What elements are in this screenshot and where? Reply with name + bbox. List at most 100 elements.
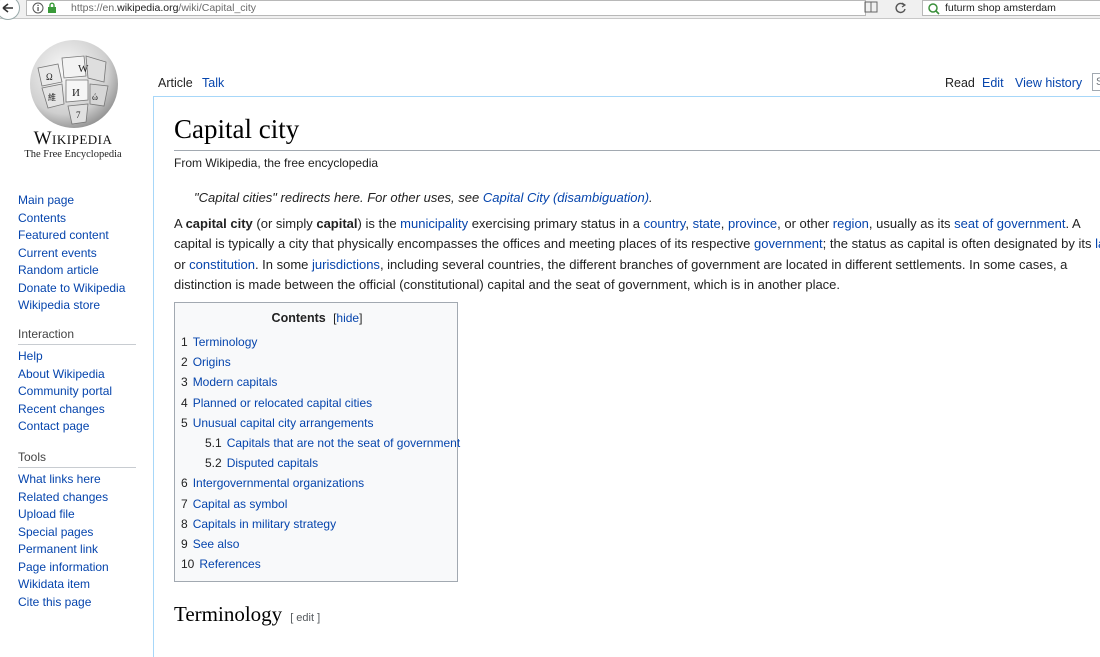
section-edit-link[interactable]: [ edit ] — [290, 612, 320, 624]
wikipedia-globe-logo[interactable]: W Ω И ώ 維 7 — [28, 38, 120, 130]
back-arrow-icon — [2, 3, 13, 13]
toc-entry-origins[interactable]: 2 Origins — [181, 355, 231, 369]
link-law[interactable]: law — [1095, 236, 1100, 251]
link-jurisdictions[interactable]: jurisdictions — [312, 257, 380, 272]
sidebar-item-community-portal[interactable]: Community portal — [18, 383, 136, 401]
sidebar-item-random-article[interactable]: Random article — [18, 262, 136, 280]
text-run: exercising primary status in a — [468, 216, 644, 231]
toc-entry-number: 3 — [181, 375, 188, 390]
toc-entry-link[interactable]: References — [199, 557, 260, 571]
text-run: , including several countries, the diffe… — [379, 256, 1068, 272]
svg-text:Ω: Ω — [46, 72, 53, 82]
sidebar-item-about-wikipedia[interactable]: About Wikipedia — [18, 366, 136, 384]
text-run: or — [174, 256, 190, 272]
link-capital-city-disambiguation[interactable]: Capital City (disambiguation) — [483, 190, 649, 205]
toc-entry-link[interactable]: Capitals in military strategy — [193, 517, 336, 531]
toc-entry-number: 5.2 — [205, 456, 222, 471]
toc-entry-link[interactable]: Intergovernmental organizations — [193, 476, 364, 490]
sidebar-item-current-events[interactable]: Current events — [18, 245, 136, 263]
link-municipality[interactable]: municipality — [400, 216, 468, 231]
toc-entry-link[interactable]: Capital as symbol — [193, 497, 288, 511]
link-country[interactable]: country — [644, 216, 686, 231]
toc-entry-intergovernmental-organizations[interactable]: 6 Intergovernmental organizations — [181, 476, 364, 490]
toc-entry-modern-capitals[interactable]: 3 Modern capitals — [181, 375, 277, 389]
link-government[interactable]: government — [754, 236, 823, 251]
toc-entry-link[interactable]: Unusual capital city arrangements — [193, 416, 374, 430]
title-divider — [174, 150, 1100, 151]
sidebar-item-wikidata-item[interactable]: Wikidata item — [18, 576, 136, 594]
link-constitution[interactable]: constitution — [189, 257, 255, 272]
sidebar-item-upload-file[interactable]: Upload file — [18, 506, 136, 524]
svg-text:W: W — [78, 63, 89, 75]
tab-read[interactable]: Read — [945, 76, 975, 96]
toc-entry-unusual-capital-city-arrangements[interactable]: 5 Unusual capital city arrangements — [181, 416, 373, 430]
link-state[interactable]: state — [693, 216, 721, 231]
toc-entry-link[interactable]: Modern capitals — [193, 375, 278, 389]
toc-entry-capitals-that-are-not-the-seat-of-government[interactable]: 5.1 Capitals that are not the seat of gov… — [205, 436, 460, 450]
svg-text:ώ: ώ — [92, 92, 98, 102]
sidebar-item-main-page[interactable]: Main page — [18, 192, 136, 210]
toc-title: Contents — [271, 311, 326, 325]
toc-entry-terminology[interactable]: 1 Terminology — [181, 335, 257, 349]
sidebar-item-cite-this-page[interactable]: Cite this page — [18, 594, 136, 612]
browser-search-query: futurm shop amsterdam — [945, 2, 1056, 14]
tab-article[interactable]: Article — [158, 76, 193, 96]
link-province[interactable]: province — [728, 216, 777, 231]
back-button[interactable] — [0, 0, 20, 20]
toc-hide-link[interactable]: hide — [336, 311, 359, 325]
toc-entry-capitals-in-military-strategy[interactable]: 8 Capitals in military strategy — [181, 517, 336, 531]
sidebar-item-help[interactable]: Help — [18, 348, 136, 366]
toc-entry-capital-as-symbol[interactable]: 7 Capital as symbol — [181, 497, 287, 511]
toc-entry-number: 6 — [181, 476, 188, 491]
tab-view-history[interactable]: View history — [1015, 76, 1082, 96]
toc-entry-references[interactable]: 10 References — [181, 557, 261, 571]
sidebar-item-related-changes[interactable]: Related changes — [18, 489, 136, 507]
sidebar-item-donate-to-wikipedia[interactable]: Donate to Wikipedia — [18, 280, 136, 298]
lock-icon — [48, 2, 56, 13]
section-heading-text: Terminology — [174, 602, 283, 626]
toc-entry-link[interactable]: Planned or relocated capital cities — [193, 396, 372, 410]
sidebar-item-contact-page[interactable]: Contact page — [18, 418, 136, 436]
text-run: , or other — [777, 216, 833, 231]
link-seat-of-government[interactable]: seat of government — [954, 216, 1065, 231]
reload-icon[interactable] — [894, 1, 907, 14]
toc-entry-number: 5.1 — [205, 436, 222, 450]
sidebar-item-what-links-here[interactable]: What links here — [18, 471, 136, 489]
site-subtitle: From Wikipedia, the free encyclopedia — [174, 156, 379, 170]
sidebar-item-page-information[interactable]: Page information — [18, 559, 136, 577]
toc-entry-link[interactable]: Disputed capitals — [227, 456, 318, 470]
address-bar[interactable]: https://en.wikipedia.org/wiki/Capital_ci… — [26, 0, 866, 16]
section-heading-terminology: Terminology [ edit ] — [174, 602, 320, 627]
hatnote-end: . — [649, 190, 653, 205]
text-run: (or simply — [252, 216, 317, 231]
wiki-search-input[interactable]: S — [1092, 73, 1100, 91]
toc-entry-number: 1 — [181, 335, 188, 349]
toc-entry-link[interactable]: Capitals that are not the seat of govern… — [227, 436, 460, 450]
sidebar-item-wikipedia-store[interactable]: Wikipedia store — [18, 297, 136, 315]
sidebar-navigation: Main page Contents Featured content Current… — [18, 192, 136, 315]
sidebar-item-special-pages[interactable]: Special pages — [18, 524, 136, 542]
toc-entry-disputed-capitals[interactable]: 5.2 Disputed capitals — [205, 456, 318, 470]
reader-view-icon[interactable] — [864, 1, 878, 14]
info-icon[interactable] — [32, 2, 44, 14]
sidebar-item-featured-content[interactable]: Featured content — [18, 227, 136, 245]
sidebar-item-recent-changes[interactable]: Recent changes — [18, 401, 136, 419]
tab-talk[interactable]: Talk — [202, 76, 224, 96]
toc-entry-link[interactable]: Terminology — [193, 335, 258, 349]
hatnote: "Capital cities" redirects here. For oth… — [194, 190, 653, 205]
link-region[interactable]: region — [833, 216, 869, 231]
toc-entry-link[interactable]: Origins — [193, 355, 231, 369]
wikipedia-wordmark[interactable]: Wikipedia The Free Encyclopedia — [0, 128, 146, 160]
sidebar-item-contents[interactable]: Contents — [18, 210, 136, 228]
tab-edit[interactable]: Edit — [982, 76, 1004, 96]
svg-text:維: 維 — [48, 92, 56, 102]
browser-search-box[interactable]: futurm shop amsterdam — [922, 0, 1100, 16]
wordmark-tagline: The Free Encyclopedia — [24, 149, 122, 160]
toc-entry-number: 5 — [181, 415, 188, 430]
text-run: ) is the — [357, 216, 401, 231]
toc-entry-planned-or-relocated-capital-cities[interactable]: 4 Planned or relocated capital cities — [181, 396, 372, 410]
url-text[interactable]: https://en.wikipedia.org/wiki/Capital_ci… — [71, 1, 256, 15]
toc-entry-link[interactable]: See also — [193, 537, 240, 551]
sidebar-item-permanent-link[interactable]: Permanent link — [18, 541, 136, 559]
toc-entry-see-also[interactable]: 9 See also — [181, 537, 239, 551]
